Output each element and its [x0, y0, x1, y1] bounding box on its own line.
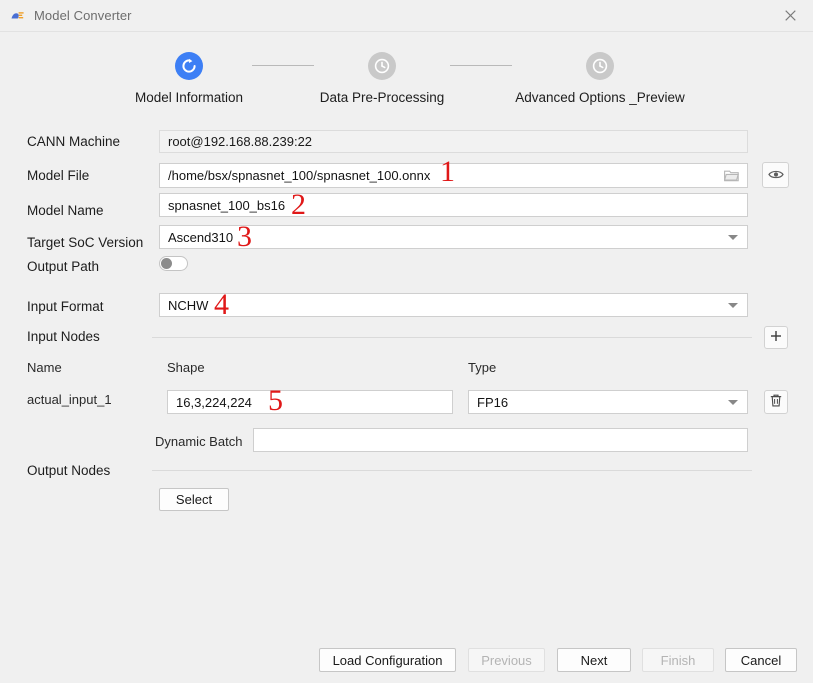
- chevron-down-icon: [728, 235, 738, 240]
- cancel-button[interactable]: Cancel: [725, 648, 797, 672]
- chevron-down-icon: [728, 303, 738, 308]
- add-input-node-button[interactable]: [764, 326, 788, 349]
- model-file-preview-button[interactable]: [762, 162, 789, 188]
- label-model-file: Model File: [27, 168, 89, 183]
- folder-icon[interactable]: [724, 169, 739, 182]
- eye-icon: [768, 168, 784, 183]
- target-soc-version-select[interactable]: Ascend310: [159, 225, 748, 249]
- finish-button: Finish: [642, 648, 714, 672]
- toggle-knob: [161, 258, 172, 269]
- load-configuration-button[interactable]: Load Configuration: [319, 648, 456, 672]
- previous-button: Previous: [468, 648, 545, 672]
- input-node-shape-input[interactable]: 16,3,224,224: [167, 390, 453, 414]
- close-icon[interactable]: [767, 0, 813, 30]
- label-output-nodes: Output Nodes: [27, 463, 110, 478]
- stepper-label-model-information: Model Information: [79, 90, 299, 105]
- title-bar: Model Converter: [0, 0, 813, 32]
- stepper-step-advanced-options[interactable]: Advanced Options _Preview: [490, 52, 710, 105]
- dynamic-batch-input[interactable]: [253, 428, 748, 452]
- label-cann-machine: CANN Machine: [27, 134, 120, 149]
- wizard-stepper: Model Information Data Pre-Processing: [0, 52, 813, 112]
- app-icon: [10, 8, 26, 24]
- label-output-path: Output Path: [27, 259, 99, 274]
- column-header-shape: Shape: [167, 360, 205, 375]
- window-title: Model Converter: [34, 8, 132, 23]
- input-node-type-value: FP16: [477, 395, 508, 410]
- plus-icon: [770, 330, 782, 345]
- input-node-type-select[interactable]: FP16: [468, 390, 748, 414]
- stepper-label-data-pre-processing: Data Pre-Processing: [272, 90, 492, 105]
- delete-input-node-button[interactable]: [764, 390, 788, 414]
- model-file-value: /home/bsx/spnasnet_100/spnasnet_100.onnx: [168, 168, 430, 183]
- trash-icon: [770, 394, 782, 410]
- column-header-type: Type: [468, 360, 496, 375]
- refresh-icon: [175, 52, 203, 80]
- stepper-label-advanced-options: Advanced Options _Preview: [490, 90, 710, 105]
- select-output-nodes-button[interactable]: Select: [159, 488, 229, 511]
- input-format-value: NCHW: [168, 298, 208, 313]
- clock-icon: [586, 52, 614, 80]
- model-name-input[interactable]: spnasnet_100_bs16: [159, 193, 748, 217]
- next-button[interactable]: Next: [557, 648, 631, 672]
- cann-machine-field[interactable]: root@192.168.88.239:22: [159, 130, 748, 153]
- label-model-name: Model Name: [27, 203, 104, 218]
- stepper-step-model-information[interactable]: Model Information: [79, 52, 299, 105]
- clock-icon: [368, 52, 396, 80]
- input-node-name: actual_input_1: [27, 392, 112, 407]
- label-target-soc-version: Target SoC Version: [27, 235, 143, 250]
- label-input-format: Input Format: [27, 299, 104, 314]
- output-nodes-divider: [152, 470, 752, 471]
- chevron-down-icon: [728, 400, 738, 405]
- target-soc-version-value: Ascend310: [168, 230, 233, 245]
- model-file-input[interactable]: /home/bsx/spnasnet_100/spnasnet_100.onnx: [159, 163, 748, 188]
- label-dynamic-batch: Dynamic Batch: [155, 434, 242, 449]
- stepper-step-data-pre-processing[interactable]: Data Pre-Processing: [272, 52, 492, 105]
- output-path-toggle[interactable]: [159, 256, 188, 271]
- input-format-select[interactable]: NCHW: [159, 293, 748, 317]
- column-header-name: Name: [27, 360, 62, 375]
- label-input-nodes: Input Nodes: [27, 329, 100, 344]
- input-nodes-divider: [152, 337, 752, 338]
